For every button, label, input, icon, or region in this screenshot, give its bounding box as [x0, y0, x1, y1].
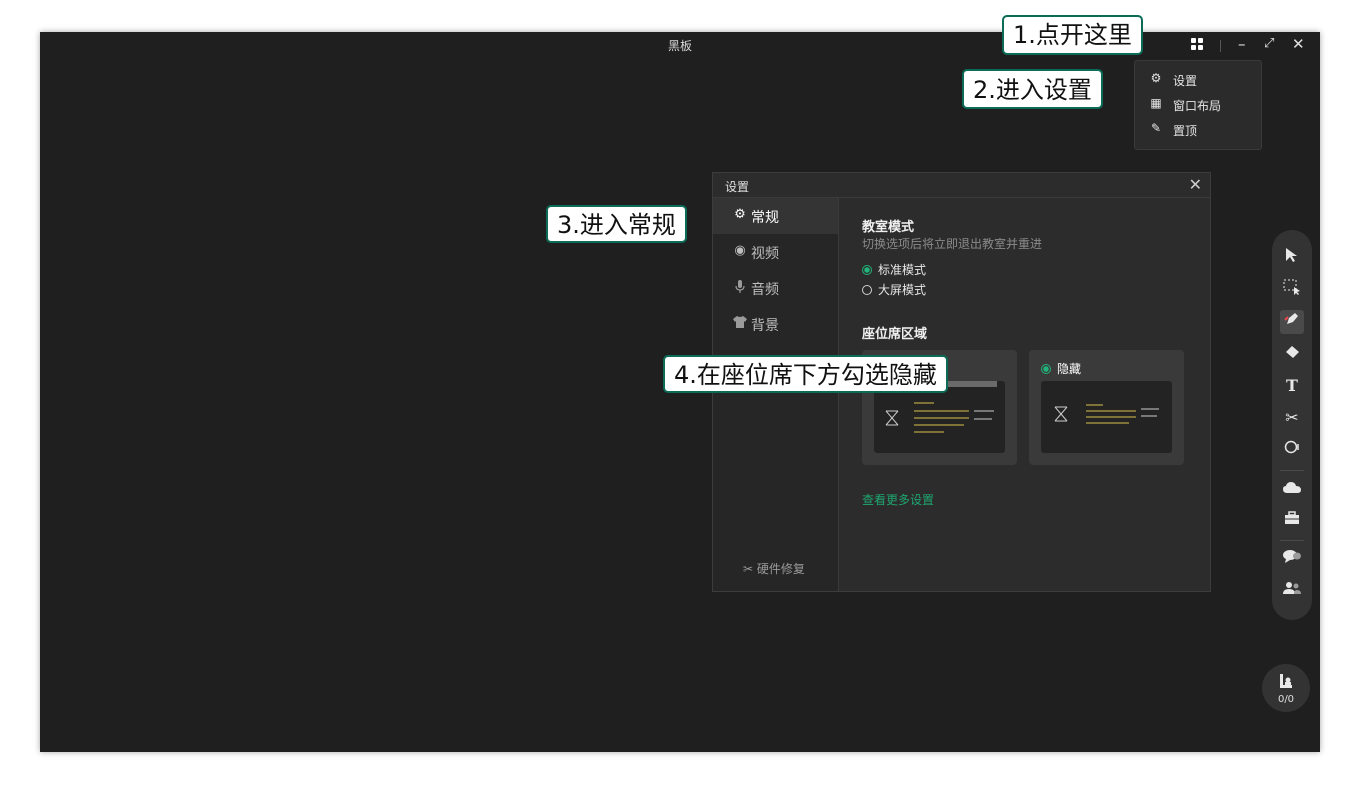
sidebar-item-video[interactable]: ◉ 视频: [713, 234, 838, 270]
apps-menu-icon[interactable]: [1191, 38, 1203, 50]
sidebar-item-audio[interactable]: 音频: [713, 270, 838, 306]
seat-hidden-preview-thumbnail: [1041, 381, 1172, 453]
tools-icon: ✂: [743, 562, 754, 576]
marquee-select-icon[interactable]: [1280, 278, 1304, 302]
camera-icon: ◉: [734, 243, 746, 258]
radio-unselected-icon: [862, 285, 872, 295]
pin-icon: ✎: [1150, 121, 1162, 135]
menu-item-label: 设置: [1173, 74, 1198, 88]
radio-label: 标准模式: [878, 263, 927, 277]
more-settings-link[interactable]: 查看更多设置: [862, 491, 934, 508]
classroom-mode-title: 教室模式: [862, 220, 915, 235]
classroom-mode-subtitle: 切换选项后将立即退出教室并重进: [862, 237, 1043, 251]
menu-item-window-layout[interactable]: ▦ 窗口布局: [1135, 92, 1261, 116]
seat-option-hide-card[interactable]: 隐藏: [1029, 350, 1184, 465]
seat-counter-button[interactable]: 0/0: [1262, 664, 1310, 712]
chat-icon[interactable]: [1280, 546, 1304, 570]
radio-standard-mode[interactable]: 标准模式: [862, 261, 926, 278]
sidebar-item-label: 视频: [751, 246, 779, 262]
sidebar-item-label: 常规: [751, 210, 779, 226]
dialog-close-button[interactable]: ✕: [1189, 175, 1202, 194]
close-button[interactable]: ✕: [1292, 36, 1305, 52]
radio-large-screen-mode[interactable]: 大屏模式: [862, 281, 926, 298]
radio-selected-icon: [862, 265, 872, 275]
sidebar-item-label: 音频: [751, 282, 779, 298]
seat-area-title: 座位席区域: [862, 327, 928, 342]
menu-item-settings[interactable]: ⚙ 设置: [1135, 67, 1261, 91]
titlebar-divider: [1220, 40, 1221, 52]
hardware-repair-button[interactable]: ✂ 硬件修复: [743, 560, 805, 577]
settings-popup-menu: ⚙ 设置 ▦ 窗口布局 ✎ 置顶: [1134, 60, 1262, 150]
settings-sidebar: ⚙ 常规 ◉ 视频 音频 背景 ✂ 硬件修复: [713, 198, 839, 591]
callout-step3: 3.进入常规: [546, 205, 687, 243]
callout-step4: 4.在座位席下方勾选隐藏: [663, 355, 948, 393]
microphone-icon: [733, 280, 747, 294]
settings-content: 教室模式 切换选项后将立即退出教室并重进 标准模式 大屏模式 座位席区域 隐藏 …: [839, 198, 1210, 591]
callout-step1: 1.点开这里: [1002, 15, 1143, 55]
pointer-icon[interactable]: [1280, 246, 1304, 270]
radio-selected-icon: [1041, 364, 1051, 374]
maximize-button[interactable]: ⤢: [1264, 36, 1274, 52]
menu-item-label: 窗口布局: [1173, 99, 1222, 113]
layout-icon: ▦: [1150, 96, 1162, 110]
radio-hide-seat[interactable]: 隐藏: [1041, 360, 1081, 377]
toolbar-divider: [1280, 470, 1304, 471]
toolbox-icon[interactable]: [1280, 508, 1304, 532]
seat-icon: [1279, 673, 1293, 695]
gear-icon: ⚙: [734, 207, 746, 222]
drawing-toolbar: T ✂: [1272, 230, 1312, 620]
menu-item-label: 置顶: [1173, 124, 1198, 138]
seat-count: 0/0: [1277, 694, 1295, 705]
sidebar-item-background[interactable]: 背景: [713, 306, 838, 342]
gear-icon: ⚙: [1150, 71, 1162, 85]
sidebar-item-general[interactable]: ⚙ 常规: [713, 198, 838, 234]
dialog-title: 设置: [725, 180, 750, 194]
shirt-icon: [733, 316, 747, 330]
shape-icon[interactable]: [1280, 438, 1304, 462]
minimize-button[interactable]: –: [1238, 36, 1246, 52]
scissors-icon[interactable]: ✂: [1280, 406, 1304, 430]
pen-icon[interactable]: [1280, 310, 1304, 334]
cloud-icon[interactable]: [1280, 476, 1304, 500]
radio-label: 隐藏: [1057, 362, 1082, 376]
sidebar-item-label: 背景: [751, 318, 779, 334]
hardware-repair-label: 硬件修复: [756, 562, 805, 576]
callout-step2: 2.进入设置: [962, 69, 1103, 109]
toolbar-divider: [1280, 540, 1304, 541]
members-icon[interactable]: [1280, 578, 1304, 602]
radio-label: 大屏模式: [878, 283, 927, 297]
eraser-icon[interactable]: [1280, 342, 1304, 366]
menu-item-pin-top[interactable]: ✎ 置顶: [1135, 117, 1261, 141]
text-icon[interactable]: T: [1280, 374, 1304, 398]
